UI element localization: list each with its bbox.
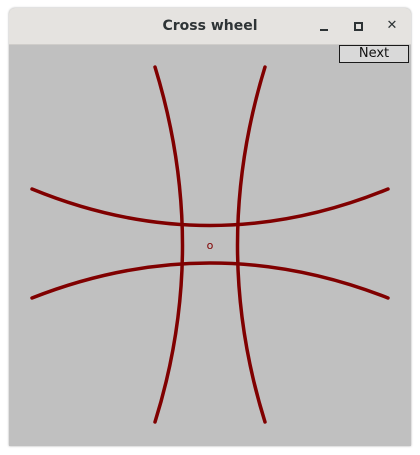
lower-horizontal-curve bbox=[30, 261, 390, 300]
right-vertical-curve bbox=[235, 65, 267, 424]
left-vertical-curve bbox=[153, 65, 185, 424]
center-label: o bbox=[207, 239, 214, 252]
minimize-button[interactable] bbox=[314, 16, 334, 36]
close-button[interactable]: ✕ bbox=[382, 16, 402, 36]
maximize-icon bbox=[354, 22, 363, 31]
close-icon: ✕ bbox=[386, 18, 398, 33]
drawing-canvas: o bbox=[30, 65, 390, 424]
app-window: Cross wheel ✕ Next o bbox=[9, 8, 411, 446]
maximize-button[interactable] bbox=[348, 16, 368, 36]
minimize-icon bbox=[320, 29, 328, 31]
title-bar: Cross wheel ✕ bbox=[9, 8, 411, 45]
upper-horizontal-curve bbox=[30, 187, 390, 228]
